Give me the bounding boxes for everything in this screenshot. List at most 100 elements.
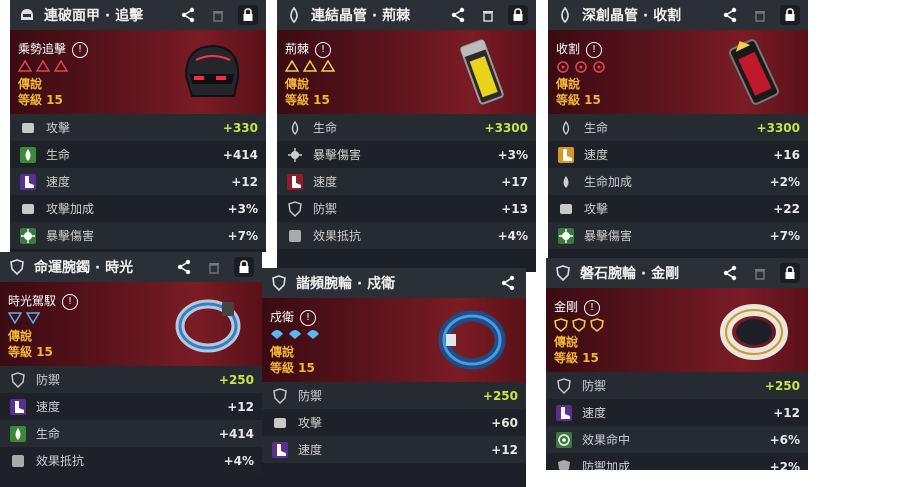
stat-value: +12: [773, 405, 800, 420]
stat-value: +2%: [769, 174, 800, 189]
stat-row: 暴擊傷害 +7%: [10, 222, 266, 249]
share-icon[interactable]: [720, 263, 740, 283]
item-hero: 金剛! 傳說 等級 15: [546, 288, 808, 372]
stat-row: 速度 +16: [548, 141, 808, 168]
fist-icon: [20, 201, 36, 217]
set-name: 乘勢追擊!: [18, 40, 89, 58]
burst-icon: [558, 227, 574, 244]
trash-icon[interactable]: [750, 263, 770, 283]
stat-row: 防禦 +13: [277, 195, 536, 222]
lock-icon[interactable]: [234, 257, 254, 277]
lock-icon[interactable]: [780, 263, 800, 283]
stat-label: 生命: [36, 427, 61, 441]
rune-icon: [289, 330, 301, 339]
lock-icon[interactable]: [780, 5, 800, 25]
set-name: 收割!: [556, 40, 603, 58]
rarity-label: 傳說: [554, 335, 579, 349]
drop-icon: [10, 425, 26, 442]
stat-label: 效果命中: [582, 433, 631, 447]
crystal-drop-icon: [561, 6, 569, 24]
fist-icon: [558, 201, 574, 217]
share-icon[interactable]: [498, 273, 518, 293]
share-icon[interactable]: [174, 257, 194, 277]
rarity-block: 傳說 等級 15: [285, 76, 330, 108]
shield-icon: [287, 200, 303, 217]
stat-row: 防禦 +250: [262, 382, 526, 409]
stat-label: 生命: [313, 121, 338, 135]
trash-icon[interactable]: [750, 5, 770, 25]
drop-icon: [558, 174, 574, 190]
level-label: 等級 15: [8, 345, 53, 359]
info-icon[interactable]: !: [584, 299, 601, 316]
set-name: 時光駕馭!: [8, 292, 79, 310]
share-icon[interactable]: [448, 5, 468, 25]
stat-row: 攻擊加成 +3%: [10, 195, 266, 222]
info-icon[interactable]: !: [315, 41, 332, 58]
stat-label: 效果抵抗: [36, 454, 85, 468]
stat-row: 效果抵抗 +4%: [0, 447, 262, 474]
info-icon[interactable]: !: [300, 309, 317, 326]
share-icon[interactable]: [720, 5, 740, 25]
stat-label: 暴擊傷害: [46, 229, 95, 243]
rarity-label: 傳說: [285, 77, 310, 91]
stat-label: 生命: [46, 148, 71, 162]
set-name: 戍衛!: [270, 308, 317, 326]
stat-value: +414: [218, 426, 254, 441]
stat-row: 生命 +3300: [277, 114, 536, 141]
trash-icon[interactable]: [478, 5, 498, 25]
stat-row: 效果抵抗 +4%: [277, 222, 536, 249]
stat-value: +60: [491, 415, 518, 430]
rarity-block: 傳說 等級 15: [554, 334, 599, 366]
rarity-label: 傳說: [270, 345, 295, 359]
bracelet-item-image: [175, 299, 241, 353]
stat-label: 速度: [313, 175, 338, 189]
share-icon[interactable]: [178, 5, 198, 25]
drop-icon: [287, 120, 303, 136]
level-label: 等級 15: [270, 361, 315, 375]
info-icon[interactable]: !: [72, 41, 89, 58]
card-header: 連結晶管 · 荊棘: [277, 0, 536, 30]
stat-value: +7%: [769, 228, 800, 243]
rune-row: [270, 328, 320, 340]
rune-icon: [557, 61, 569, 73]
stat-label: 暴擊傷害: [313, 148, 362, 162]
stat-row: 生命 +414: [0, 420, 262, 447]
stat-label: 防禦: [582, 379, 607, 393]
stat-label: 速度: [582, 406, 607, 420]
item-hero: 時光駕馭! 傳說 等級 15: [0, 282, 262, 366]
rune-icon: [271, 330, 283, 339]
stat-row: 防禦 +250: [0, 366, 262, 393]
fist-icon: [20, 120, 36, 136]
set-name: 金剛!: [554, 298, 601, 316]
card-header: 磐石腕輪 · 金剛: [546, 258, 808, 288]
rune-icon: [26, 312, 40, 324]
stat-value: +250: [764, 378, 800, 393]
level-label: 等級 15: [554, 351, 599, 365]
stat-value: +3300: [756, 120, 800, 135]
stat-row: 防禦 +250: [546, 372, 808, 399]
stat-label: 速度: [46, 175, 71, 189]
rune-icon: [303, 60, 317, 72]
rune-icon: [575, 61, 587, 73]
burst-icon: [20, 227, 36, 244]
shield-icon: [10, 371, 26, 388]
stat-value: +330: [222, 120, 258, 135]
stat-value: +17: [501, 174, 528, 189]
info-icon[interactable]: !: [62, 293, 79, 310]
card-header: 深創晶管 · 收割: [548, 0, 808, 30]
stat-value: +7%: [227, 228, 258, 243]
lock-icon[interactable]: [238, 5, 258, 25]
boot-icon: [10, 398, 26, 415]
lock-icon[interactable]: [508, 5, 528, 25]
stat-value: +12: [231, 174, 258, 189]
info-icon[interactable]: !: [586, 41, 603, 58]
stat-value: +12: [491, 442, 518, 457]
stat-label: 暴擊傷害: [584, 229, 633, 243]
ring-item-image: [720, 304, 788, 360]
level-label: 等級 15: [556, 93, 601, 107]
trash-icon[interactable]: [204, 257, 224, 277]
stat-label: 速度: [298, 443, 323, 457]
rarity-label: 傳說: [8, 329, 33, 343]
trash-icon[interactable]: [208, 5, 228, 25]
card-title: 連結晶管 · 荊棘: [311, 8, 411, 24]
